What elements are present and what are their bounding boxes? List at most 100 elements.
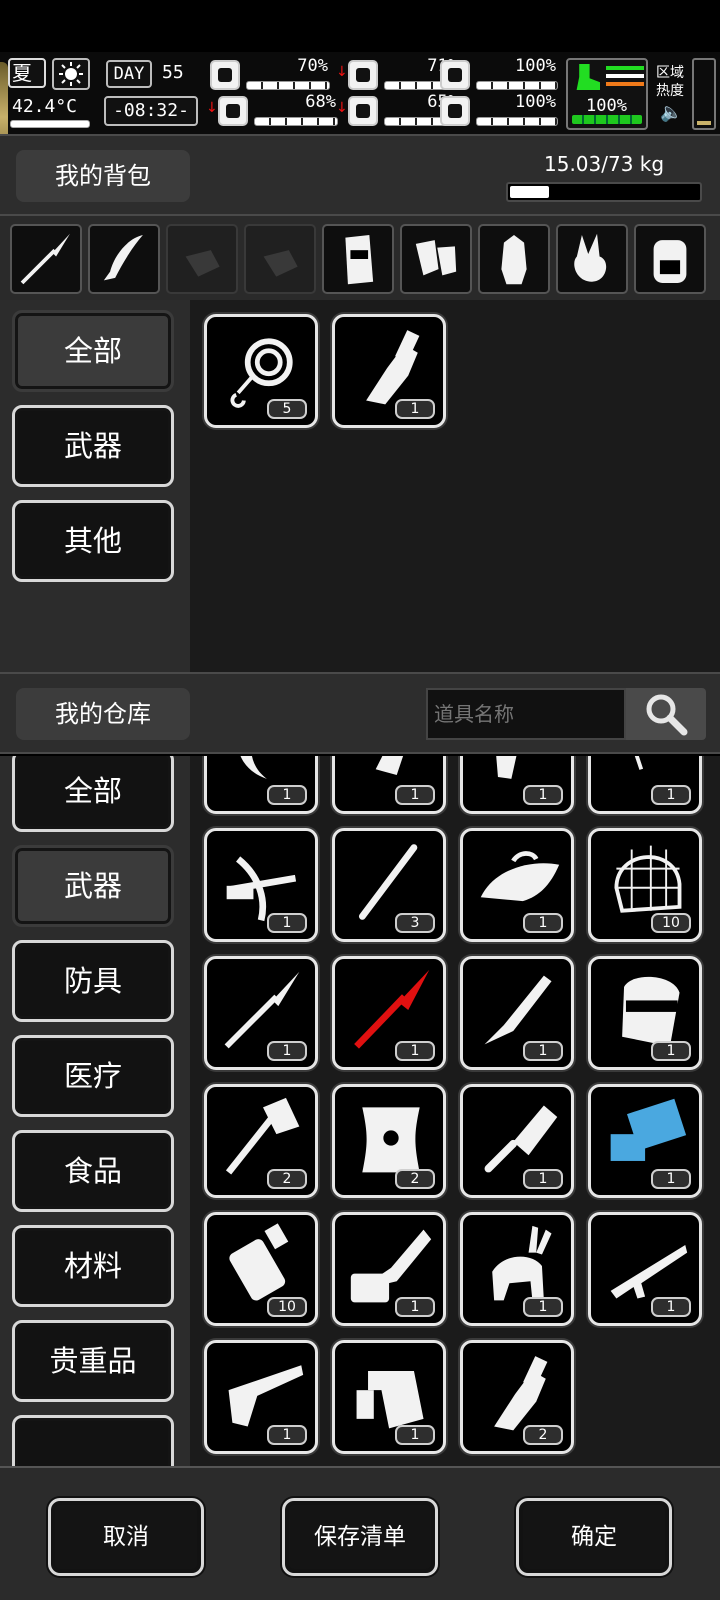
item-slot[interactable]: 2 [332,1084,446,1198]
search-button[interactable] [626,688,706,740]
item-slot[interactable]: 1 [588,1212,702,1326]
speaker-icon[interactable]: 🔈 [660,102,682,123]
item-slot[interactable]: 10 [588,828,702,942]
area-heat-meter [692,58,716,130]
item-slot[interactable]: 1 [588,956,702,1070]
brain-icon [218,96,248,126]
backpack-category-sidebar: 全部 武器 其他 [0,300,190,672]
backpack-icon [653,240,687,283]
item-slot[interactable]: 2 [204,1084,318,1198]
item-slot[interactable]: 1 [588,756,702,814]
backpack-filter-row [0,216,720,300]
category-tab[interactable]: 医疗 [12,1035,174,1117]
item-quantity: 2 [395,1169,435,1189]
weight-bar [506,182,702,202]
machete-icon [103,235,143,281]
item-slot[interactable]: 1 [204,1340,318,1454]
game-clock: -08:32- [104,96,198,126]
backpack-title: 我的背包 [16,150,190,202]
item-quantity: 1 [523,1041,563,1061]
cancel-button[interactable]: 取消 [48,1498,204,1576]
item-quantity: 2 [267,1169,307,1189]
medkit-icon [210,60,240,90]
stat-bar [476,81,558,90]
item-quantity: 1 [395,1425,435,1445]
item-quantity: 1 [651,1169,691,1189]
stat-health: 70% [210,56,330,90]
category-tab[interactable]: 食品 [12,1130,174,1212]
item-slot[interactable]: 1 [460,828,574,942]
confirm-button[interactable]: 确定 [516,1498,672,1576]
backpack-item-grid: 51 [190,300,720,672]
filter-glove[interactable] [244,224,316,294]
item-search [426,688,706,740]
filter-spear[interactable] [10,224,82,294]
warehouse-title: 我的仓库 [16,688,190,740]
gloves-icon [415,240,457,276]
day-label: DAY [106,60,152,88]
stat-energy: 100% [440,56,558,90]
stat-bar [254,117,338,126]
stat-bar [476,117,558,126]
glove-icon [185,250,220,277]
item-quantity: 1 [267,1041,307,1061]
warehouse-item-grid: 1 1 1 1 1 3 1 10 1 1 1 1 2 2 1 1 10 1 1 1 1 1 2 [190,756,720,1466]
item-slot[interactable]: 1 [332,1212,446,1326]
stamina-bar [572,115,642,124]
item-slot[interactable]: 1 [332,1340,446,1454]
item-quantity: 1 [523,913,563,933]
temperature-readout: 42.4°C [12,96,78,117]
filter-glove[interactable] [166,224,238,294]
item-slot[interactable]: 2 [460,1340,574,1454]
filter-armor-vest[interactable] [322,224,394,294]
item-slot[interactable]: 1 [332,756,446,814]
category-tab[interactable]: 贵重品 [12,1320,174,1402]
category-tab[interactable]: 全部 [12,310,174,392]
save-list-button[interactable]: 保存清单 [282,1498,438,1576]
item-quantity: 1 [267,1425,307,1445]
item-quantity: 1 [267,913,307,933]
filter-backpack[interactable] [634,224,706,294]
boot-icon [576,64,600,90]
filter-machete[interactable] [88,224,160,294]
category-tab-partial[interactable] [12,1415,174,1466]
stomach-icon [348,60,378,90]
glove-icon [263,250,298,277]
stamina-value: 100% [586,96,627,116]
item-slot[interactable]: 1 [460,956,574,1070]
filter-raccoon-costume[interactable] [478,224,550,294]
item-slot[interactable]: 1 [460,756,574,814]
item-slot[interactable]: 1 [204,956,318,1070]
category-tab[interactable]: 其他 [12,500,174,582]
category-tab[interactable]: 武器 [12,405,174,487]
filter-rabbit-mask[interactable] [556,224,628,294]
item-slot[interactable]: 1 [204,828,318,942]
temperature-bar [10,120,90,128]
item-slot[interactable]: 1 [460,1212,574,1326]
stat-heart: 100% [440,92,558,126]
heart-icon [440,96,470,126]
category-tab[interactable]: 全部 [12,756,174,832]
search-input[interactable] [426,688,626,740]
item-slot[interactable]: 1 [588,1084,702,1198]
item-slot[interactable]: 5 [204,314,318,428]
item-slot[interactable]: 1 [332,314,446,428]
decrease-arrow-icon: ↓ [206,100,218,116]
category-tab[interactable]: 防具 [12,940,174,1022]
item-slot[interactable]: 1 [460,1084,574,1198]
spear-icon [20,233,70,285]
stat-value: 100% [515,56,556,76]
item-slot[interactable]: 1 [204,756,318,814]
item-slot[interactable]: 3 [332,828,446,942]
filter-gloves[interactable] [400,224,472,294]
search-icon [646,694,688,736]
item-quantity: 1 [651,785,691,805]
item-slot[interactable]: 1 [332,956,446,1070]
category-tab[interactable]: 武器 [12,845,174,927]
category-tab[interactable]: 材料 [12,1225,174,1307]
item-slot[interactable]: 10 [204,1212,318,1326]
pill-icon [440,60,470,90]
armor-vest-icon [345,235,374,285]
item-quantity: 10 [267,1297,307,1317]
sun-icon [52,58,90,90]
